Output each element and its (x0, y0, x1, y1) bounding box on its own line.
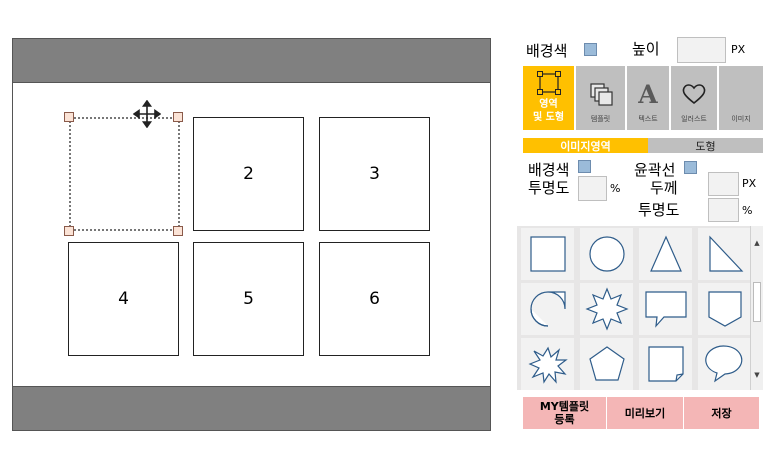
outline-opacity-input[interactable] (708, 198, 739, 222)
star-icon (584, 287, 629, 331)
thickness-unit: PX (742, 177, 757, 190)
canvas-footer-band (13, 386, 490, 430)
shape-explosion[interactable] (521, 338, 574, 390)
tool-image[interactable]: 이미지 (719, 66, 763, 130)
save-button[interactable]: 저장 (684, 397, 759, 429)
thickness-label: 두께 (650, 179, 678, 197)
image-region-number: 2 (243, 164, 254, 184)
move-icon[interactable] (133, 100, 161, 128)
tool-region-shape[interactable]: 영역 및 도형 (523, 66, 575, 130)
tool-template[interactable]: 템플릿 (576, 66, 626, 130)
image-region-number: 5 (243, 289, 254, 309)
shape-pentagon[interactable] (580, 338, 633, 390)
tool-label: 템플릿 (590, 115, 611, 123)
background-color-label: 배경색 (526, 42, 568, 60)
image-region-2[interactable]: 2 (193, 117, 304, 231)
pentagon-icon (588, 346, 625, 381)
tool-label: 이미지 (731, 115, 751, 123)
outline-opacity-label: 투명도 (638, 201, 680, 219)
shape-circle[interactable] (580, 228, 633, 280)
shape-callout-oval[interactable] (698, 338, 751, 390)
rectangle-icon (529, 236, 566, 272)
shape-triangle[interactable] (639, 228, 692, 280)
shape-right-triangle[interactable] (698, 228, 751, 280)
triangle-icon (649, 235, 682, 272)
folded-corner-icon (647, 346, 684, 382)
scrollbar-thumb[interactable] (753, 282, 761, 322)
height-unit: PX (731, 43, 746, 56)
thickness-input[interactable] (708, 172, 739, 196)
resize-handle-bottom-left[interactable] (64, 226, 74, 236)
tab-shape[interactable]: 도형 (648, 138, 763, 153)
image-region-number: 3 (369, 164, 380, 184)
image-region-number: 6 (369, 289, 380, 309)
opacity-input[interactable] (578, 176, 607, 201)
height-label: 높이 (632, 40, 660, 58)
resize-handle-bottom-right[interactable] (173, 226, 183, 236)
shape-rectangle[interactable] (521, 228, 574, 280)
image-region-number: 4 (118, 289, 129, 309)
outline-opacity-unit: % (742, 204, 753, 217)
tool-label: 텍스트 (638, 115, 658, 123)
tool-label: 영역 및 도형 (532, 99, 565, 123)
image-region-5[interactable]: 5 (193, 242, 304, 356)
callout-rect-icon (644, 291, 687, 328)
scroll-up-arrow-icon[interactable]: ▲ (751, 236, 763, 250)
canvas-header-band (13, 39, 490, 83)
shape-teardrop[interactable] (521, 283, 574, 335)
tool-illustration[interactable]: 일러스트 (671, 66, 718, 130)
pentagon-arrow-icon (707, 291, 742, 327)
shape-gallery-scrollbar[interactable]: ▲ ▼ (750, 226, 763, 390)
teardrop-icon (529, 291, 566, 327)
resize-handle-top-left[interactable] (64, 112, 74, 122)
register-my-template-button[interactable]: MY템플릿 등록 (523, 397, 606, 429)
opacity-unit: % (610, 182, 621, 195)
background-color-swatch[interactable] (584, 43, 597, 56)
image-region-6[interactable]: 6 (319, 242, 430, 356)
explosion-icon (527, 346, 568, 384)
scroll-down-arrow-icon[interactable]: ▼ (751, 368, 763, 382)
shape-folded-corner[interactable] (639, 338, 692, 390)
height-input[interactable] (677, 37, 726, 63)
resize-handle-top-right[interactable] (173, 112, 183, 122)
shape-pentagon-arrow[interactable] (698, 283, 751, 335)
tool-text[interactable]: A 텍스트 (627, 66, 670, 130)
layout-canvas[interactable]: 2 3 4 5 6 (12, 38, 491, 431)
shape-star-8[interactable] (580, 283, 633, 335)
callout-oval-icon (704, 345, 742, 383)
preview-button[interactable]: 미리보기 (607, 397, 683, 429)
heart-icon (682, 84, 706, 105)
tab-image-region[interactable]: 이미지영역 (523, 138, 648, 153)
text-icon: A (638, 80, 658, 109)
opacity-label: 투명도 (528, 179, 570, 197)
template-icon (589, 83, 613, 106)
outline-color-swatch[interactable] (684, 161, 697, 174)
right-triangle-icon (708, 235, 743, 272)
circle-icon (588, 236, 625, 272)
image-region-4[interactable]: 4 (68, 242, 179, 356)
shape-gallery[interactable] (517, 226, 763, 390)
selected-image-region[interactable] (69, 117, 180, 231)
tool-label: 일러스트 (681, 115, 707, 123)
shape-background-swatch[interactable] (578, 160, 591, 173)
region-icon (536, 71, 561, 95)
image-region-3[interactable]: 3 (319, 117, 430, 231)
shape-callout-rect[interactable] (639, 283, 692, 335)
